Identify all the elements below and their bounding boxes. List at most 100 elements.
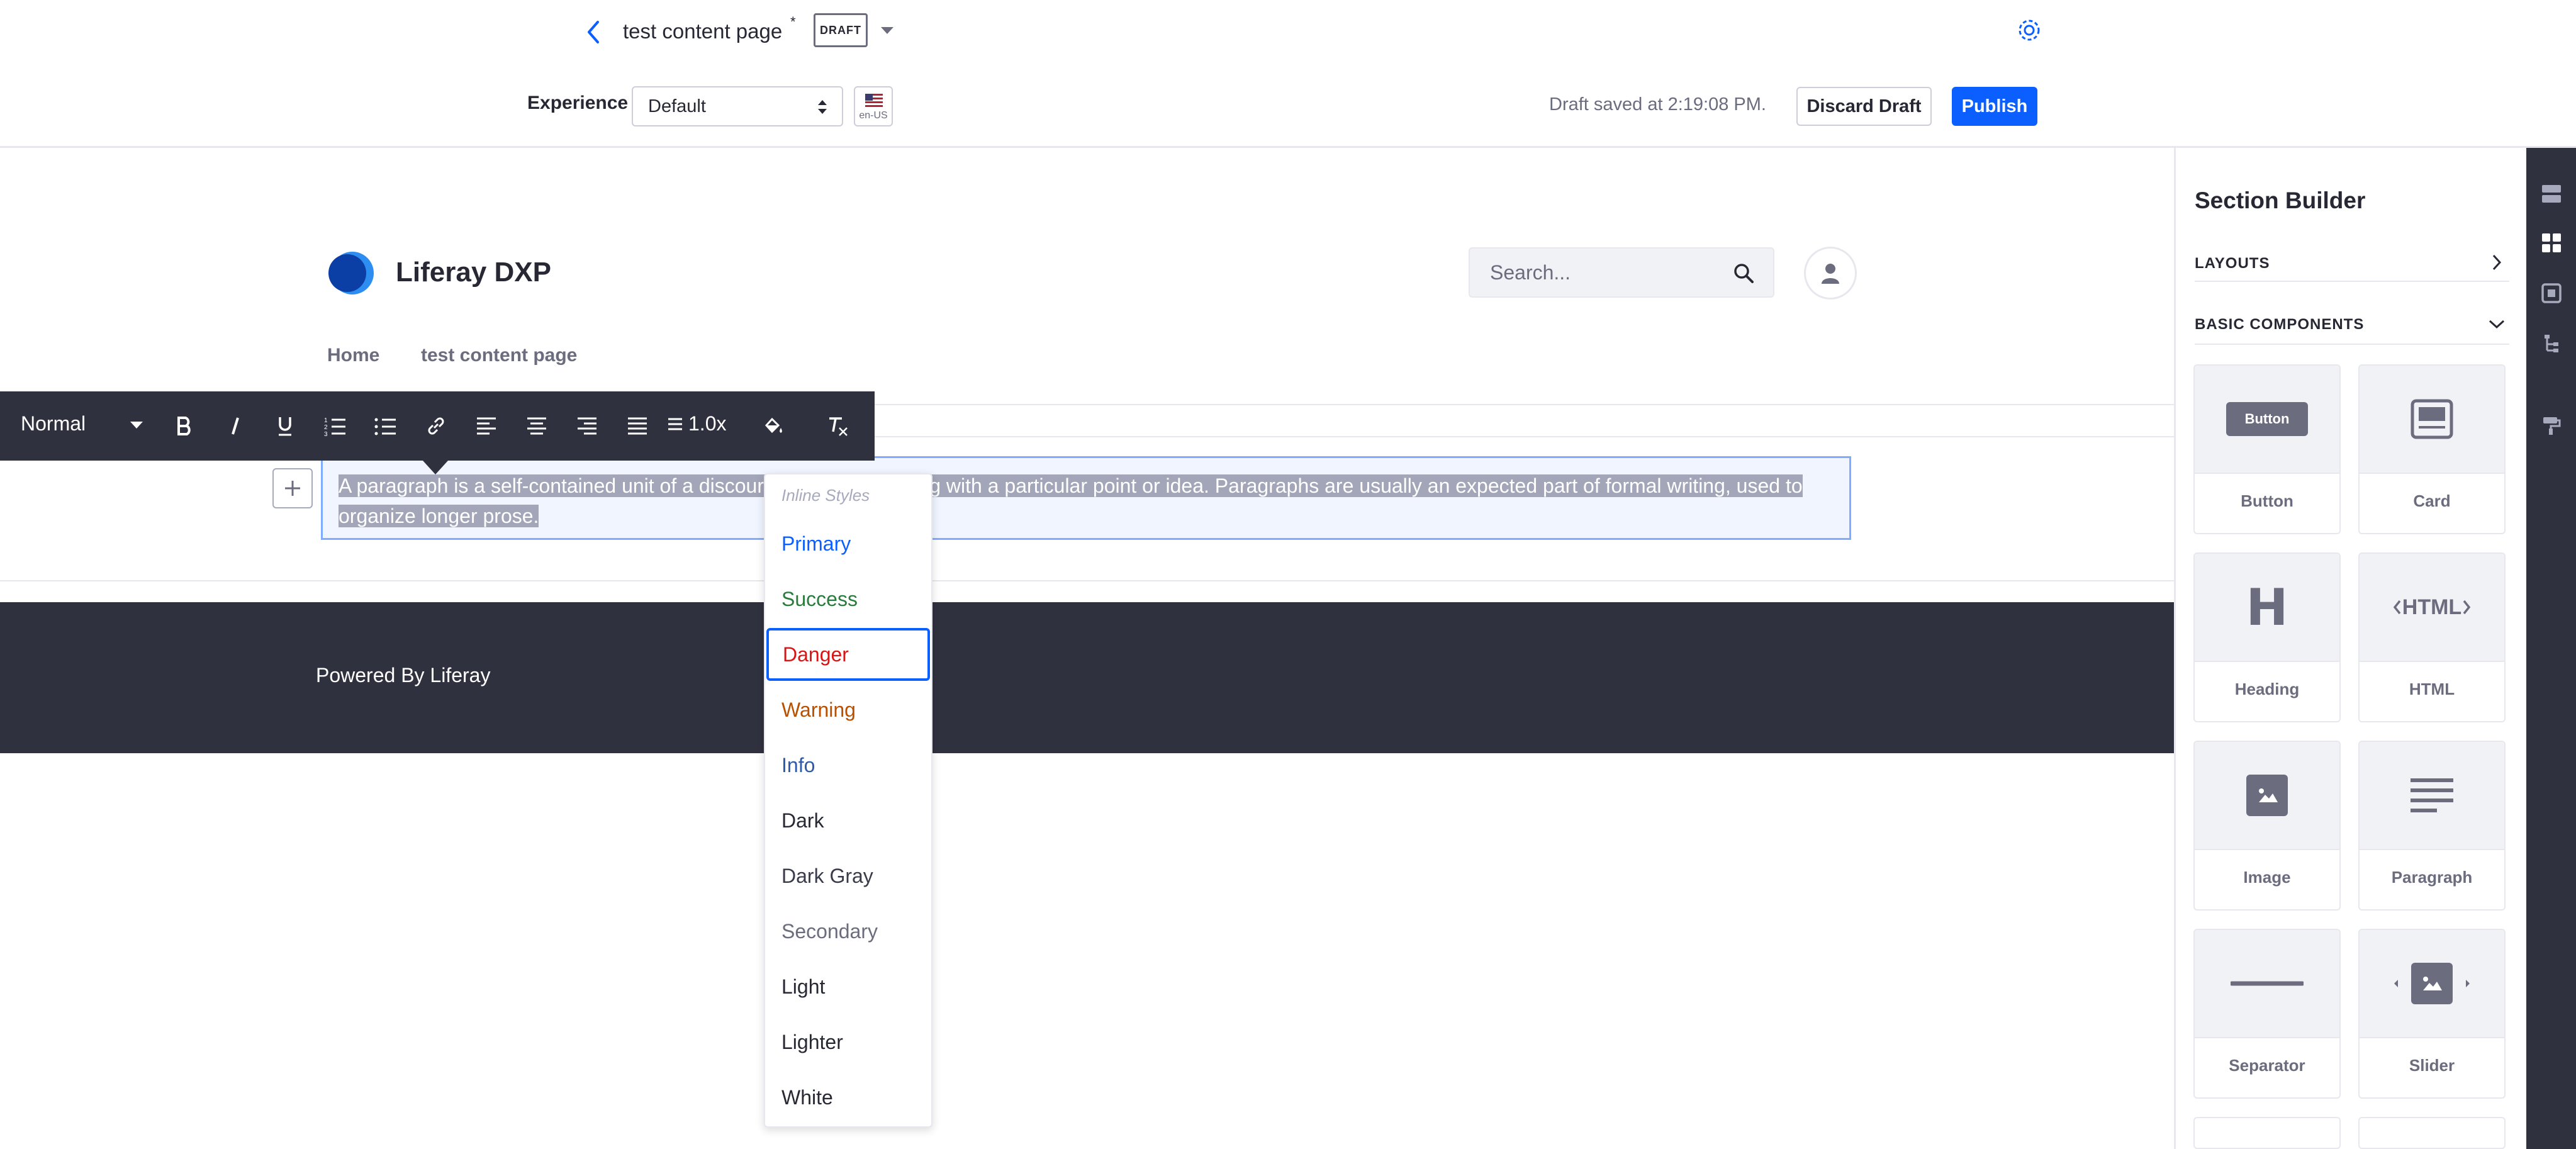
component-card-button[interactable]: Button Button xyxy=(2193,364,2341,534)
component-card-slider[interactable]: Slider xyxy=(2358,929,2506,1099)
style-option-info[interactable]: Info xyxy=(766,739,930,792)
component-card-card[interactable]: Card xyxy=(2358,364,2506,534)
chevron-right-icon[interactable] xyxy=(2490,253,2503,272)
clear-format-button[interactable] xyxy=(819,407,857,445)
paragraph-text[interactable]: A paragraph is a self-contained unit of … xyxy=(339,471,1836,531)
style-option-primary[interactable]: Primary xyxy=(766,517,930,570)
paragraph-icon xyxy=(2411,778,2453,812)
fragments-rail-button[interactable] xyxy=(2539,230,2564,255)
align-left-button[interactable] xyxy=(468,407,505,445)
component-card[interactable] xyxy=(2358,1117,2506,1149)
justify-button[interactable] xyxy=(619,407,656,445)
italic-button[interactable] xyxy=(216,407,254,445)
back-button[interactable] xyxy=(578,16,609,48)
text-color-button[interactable] xyxy=(754,407,792,445)
component-label: HTML xyxy=(2409,680,2455,698)
plus-icon xyxy=(285,481,300,496)
chevron-down-icon[interactable] xyxy=(2487,318,2506,330)
site-name: Liferay DXP xyxy=(396,257,551,288)
chevron-right-small-icon xyxy=(2463,600,2471,615)
align-left-icon xyxy=(477,417,496,435)
experience-select[interactable]: Default xyxy=(632,86,843,126)
style-option-danger[interactable]: Danger xyxy=(766,628,930,681)
align-center-button[interactable] xyxy=(518,407,556,445)
component-label: Heading xyxy=(2234,680,2300,698)
page-structure-rail-button[interactable] xyxy=(2539,331,2564,356)
style-option-success[interactable]: Success xyxy=(766,573,930,625)
style-option-warning[interactable]: Warning xyxy=(766,683,930,736)
component-card-html[interactable]: HTML HTML xyxy=(2358,552,2506,722)
component-card[interactable] xyxy=(2193,1117,2341,1149)
component-card-paragraph[interactable]: Paragraph xyxy=(2358,741,2506,911)
component-label: Button xyxy=(2241,491,2293,510)
ordered-list-button[interactable]: 123 xyxy=(316,407,354,445)
button-preview: Button xyxy=(2226,402,2309,436)
site-search-input[interactable]: Search... xyxy=(1469,247,1774,298)
divider xyxy=(0,580,2174,581)
widgets-rail-button[interactable] xyxy=(2539,281,2564,306)
component-card-image[interactable]: Image xyxy=(2193,741,2341,911)
page-editor-topbar xyxy=(0,0,2576,148)
separator-icon xyxy=(2231,981,2304,986)
style-option-dark[interactable]: Dark xyxy=(766,794,930,847)
layout-sections-icon xyxy=(2542,185,2561,203)
page-title: test content page xyxy=(623,20,783,43)
line-height-button[interactable]: 1.0x xyxy=(667,412,726,435)
add-fragment-button[interactable] xyxy=(272,468,313,508)
svg-text:1: 1 xyxy=(324,417,328,424)
clear-format-icon xyxy=(829,417,848,436)
component-label: Slider xyxy=(2409,1056,2455,1075)
search-placeholder: Search... xyxy=(1490,261,1571,284)
italic-icon xyxy=(232,417,239,435)
svg-text:2: 2 xyxy=(324,424,328,431)
gear-icon xyxy=(2019,20,2040,41)
nav-item-test-content-page[interactable]: test content page xyxy=(421,345,577,366)
page-options-dropdown[interactable] xyxy=(880,23,895,38)
align-right-button[interactable] xyxy=(568,407,606,445)
section-builder-rail-button[interactable] xyxy=(2539,181,2564,206)
basic-components-section-toggle[interactable]: BASIC COMPONENTS xyxy=(2195,316,2364,333)
selected-text[interactable]: A paragraph is a self-contained unit of … xyxy=(339,474,1803,527)
dropdown-header: Inline Styles xyxy=(781,486,870,505)
unordered-list-icon xyxy=(374,418,396,435)
layouts-section-toggle[interactable]: LAYOUTS xyxy=(2195,255,2270,272)
bold-button[interactable] xyxy=(165,407,203,445)
locale-button[interactable]: en-US xyxy=(854,86,893,126)
discard-draft-button[interactable]: Discard Draft xyxy=(1796,87,1932,126)
chevron-left-small-icon xyxy=(2393,600,2401,615)
link-button[interactable] xyxy=(417,407,455,445)
component-label: Card xyxy=(2413,491,2451,510)
component-card-separator[interactable]: Separator xyxy=(2193,929,2341,1099)
style-option-lighter[interactable]: Lighter xyxy=(766,1016,930,1068)
user-avatar[interactable] xyxy=(1804,247,1857,300)
underline-button[interactable] xyxy=(266,407,304,445)
publish-button[interactable]: Publish xyxy=(1952,87,2037,126)
nav-item-home[interactable]: Home xyxy=(327,345,379,366)
align-right-icon xyxy=(578,417,596,435)
heading-icon: H xyxy=(2246,578,2288,637)
caret-down-icon xyxy=(881,27,893,34)
caret-down-icon[interactable] xyxy=(129,419,144,432)
svg-text:3: 3 xyxy=(324,431,328,437)
component-card-heading[interactable]: H Heading xyxy=(2193,552,2341,722)
style-option-secondary[interactable]: Secondary xyxy=(766,905,930,958)
text-color-icon xyxy=(764,417,782,434)
unordered-list-button[interactable] xyxy=(367,407,405,445)
image-icon xyxy=(2246,775,2288,816)
underline-icon xyxy=(279,417,291,436)
html-icon: HTML xyxy=(2402,595,2462,619)
search-icon[interactable] xyxy=(1733,262,1754,284)
paragraph-style-select[interactable]: Normal xyxy=(21,412,86,435)
style-option-dark-gray[interactable]: Dark Gray xyxy=(766,849,930,902)
look-and-feel-rail-button[interactable] xyxy=(2539,413,2564,438)
style-option-light[interactable]: Light xyxy=(766,960,930,1013)
user-icon xyxy=(1822,264,1839,284)
site-logo xyxy=(326,250,376,296)
style-option-white[interactable]: White xyxy=(766,1071,930,1124)
link-icon xyxy=(428,417,444,435)
component-label: Image xyxy=(2243,868,2291,887)
page-settings-button[interactable] xyxy=(2017,18,2042,43)
align-center-icon xyxy=(527,417,546,435)
tree-icon xyxy=(2545,335,2558,352)
chevron-left-icon xyxy=(588,21,599,43)
